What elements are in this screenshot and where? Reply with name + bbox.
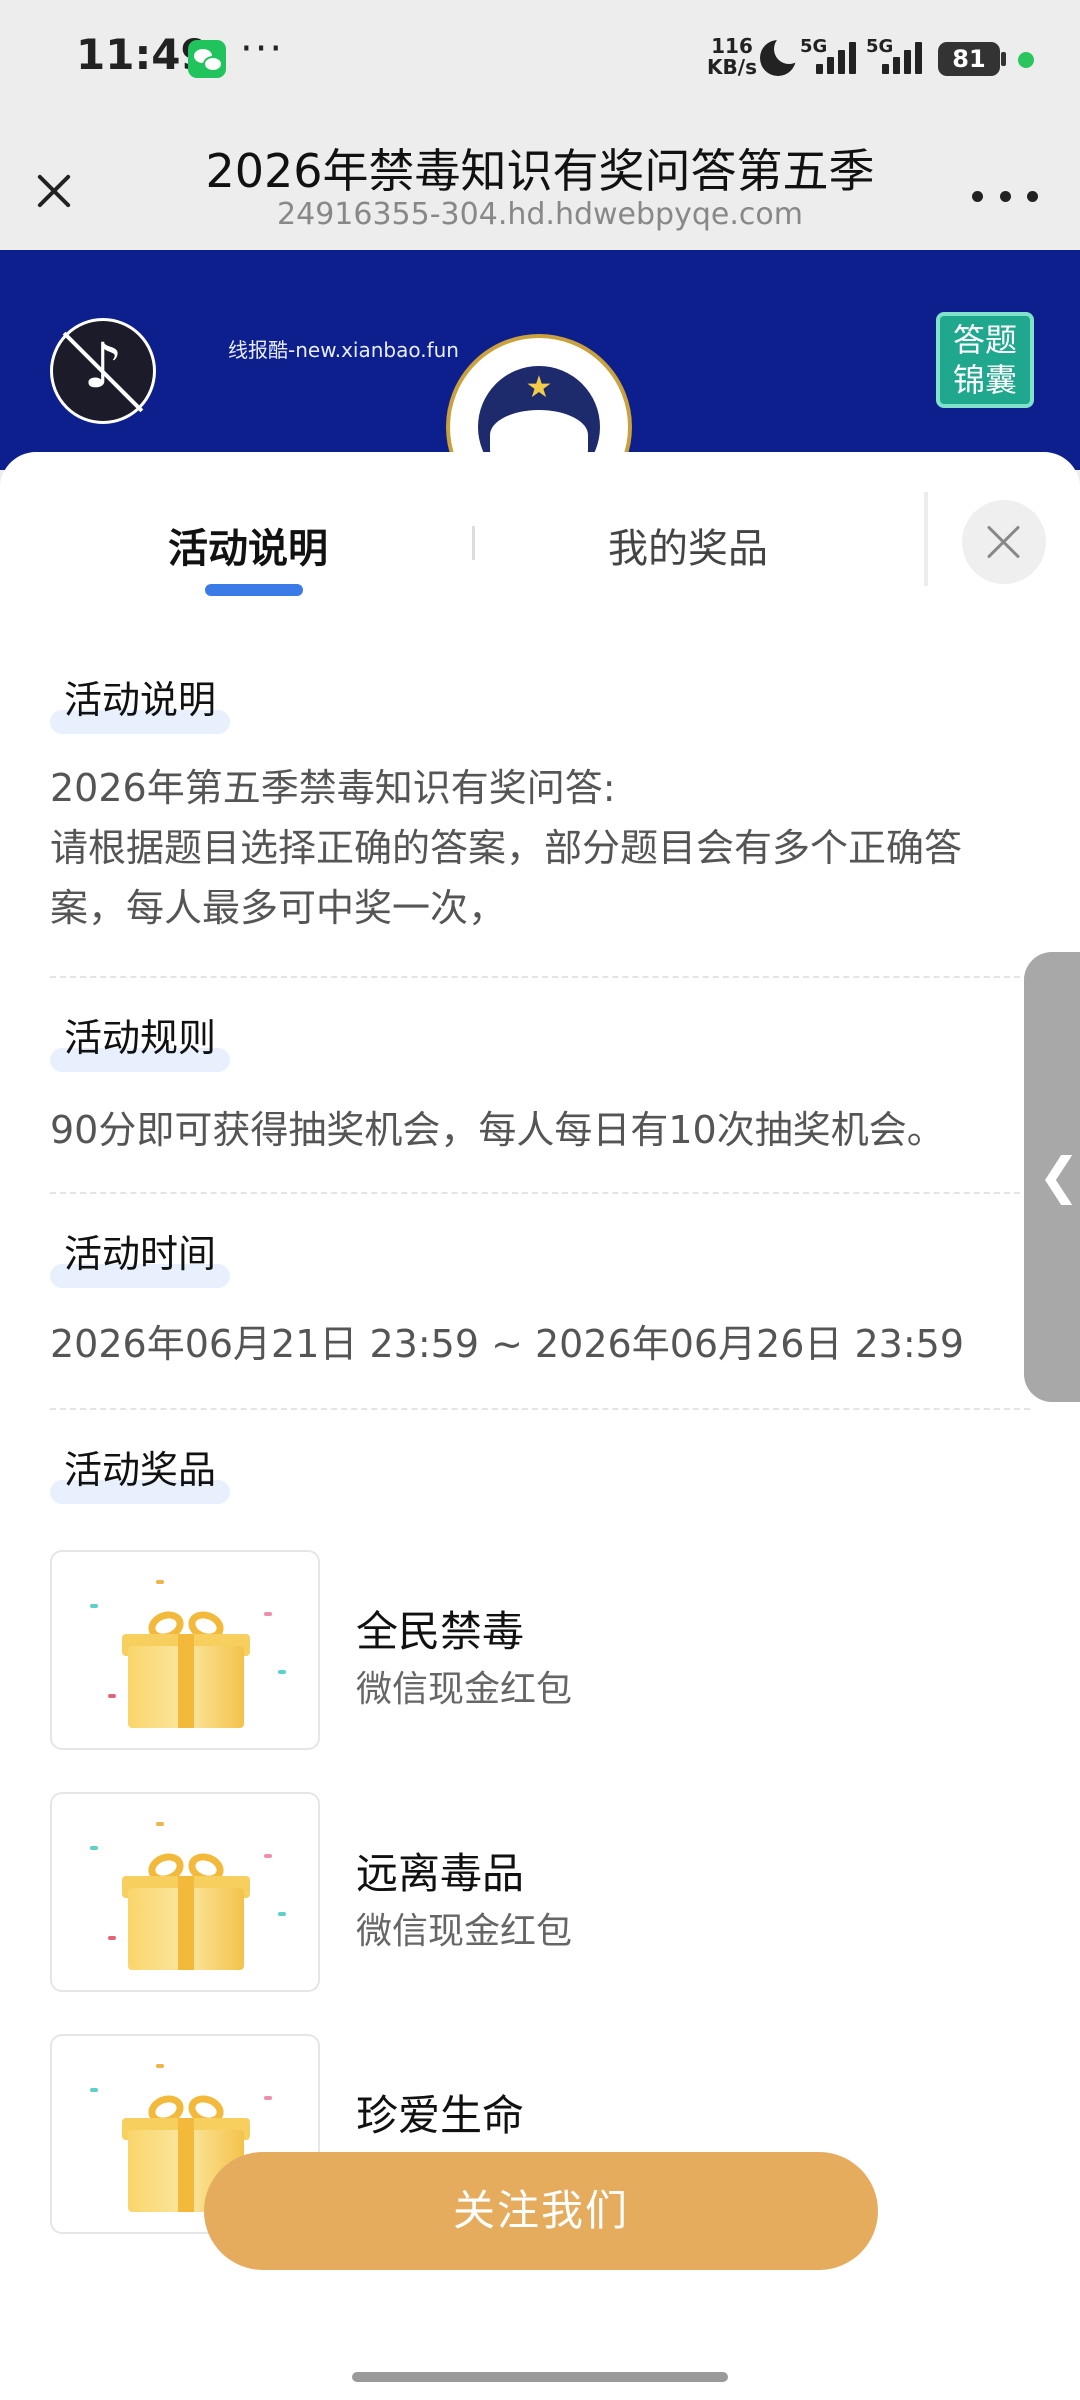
prize-desc: 微信现金红包 (356, 1911, 573, 1952)
prize-desc: 微信现金红包 (356, 1669, 573, 1710)
close-icon[interactable] (26, 163, 82, 219)
title-bar: 2026年禁毒知识有奖问答第五季 24916355-304.hd.hdwebpy… (0, 115, 1080, 250)
prize-name: 珍爱生命 (356, 2091, 525, 2140)
tab-activity-description[interactable]: 活动说明 (168, 516, 328, 574)
time-text: 2026年06月21日 23:59 ~ 2026年06月26日 23:59 (50, 1322, 965, 1366)
section-heading: 活动时间 (50, 1224, 231, 1288)
rules-text: 90分即可获得抽奖机会，每人每日有10次抽奖机会。 (50, 1108, 945, 1152)
description-line: 2026年第五季禁毒知识有奖问答: (50, 766, 616, 810)
description-heading: 活动说明 (64, 678, 217, 722)
music-toggle-icon[interactable]: ♪ (50, 318, 156, 424)
battery-tip (1001, 52, 1006, 66)
signal-label: 5G (866, 36, 894, 57)
network-speed-unit: KB/s (707, 55, 757, 79)
prize-image (50, 1550, 320, 1750)
prize-name: 远离毒品 (356, 1849, 525, 1898)
prize-item: 全民禁毒 微信现金红包 (50, 1550, 1030, 1750)
network-speed-value: 116 (711, 34, 753, 58)
signal-label: 5G (800, 36, 828, 57)
moon-icon (760, 34, 804, 76)
description-line: 案，每人最多可中奖一次， (50, 886, 507, 930)
page-url: 24916355-304.hd.hdwebpyqe.com (277, 197, 803, 232)
follow-us-button[interactable]: 关注我们 (204, 2152, 878, 2270)
privacy-dot-icon (1018, 52, 1034, 68)
answer-tips-button[interactable]: 答题 锦囊 (936, 312, 1034, 408)
banner: ♪ 线报酷-new.xianbao.fun ★ 答题 锦囊 (0, 250, 1080, 470)
section-heading: 活动说明 (50, 670, 231, 734)
screen: 11:49 ··· 116 KB/s 5G 5G 81 2026年禁毒知识有奖问… (0, 0, 1080, 2400)
gift-icon (122, 1606, 250, 1728)
prize-name: 全民禁毒 (356, 1607, 525, 1656)
divider (50, 1192, 1030, 1194)
rules-heading: 活动规则 (64, 1016, 217, 1060)
emblem-logo: ★ (446, 334, 632, 470)
watermark-text: 线报酷-new.xianbao.fun (228, 338, 459, 362)
more-dots-icon: ··· (240, 26, 285, 72)
tab-bar: 活动说明 我的奖品 (0, 452, 1080, 602)
side-drawer-handle[interactable]: ❮ (1024, 952, 1080, 1402)
home-indicator[interactable] (352, 2372, 728, 2382)
tab-divider (924, 492, 928, 586)
more-menu-icon[interactable] (972, 183, 1038, 209)
prize-image (50, 1792, 320, 1992)
signal-icon: 5G (800, 36, 862, 76)
wechat-icon (188, 40, 226, 78)
gift-icon (122, 1848, 250, 1970)
battery-icon: 81 (938, 42, 1000, 76)
divider (50, 976, 1030, 978)
section-heading: 活动规则 (50, 1008, 231, 1072)
active-tab-indicator (205, 584, 303, 596)
description-line: 请根据题目选择正确的答案，部分题目会有多个正确答 (50, 826, 963, 870)
chevron-left-icon: ❮ (1038, 1147, 1080, 1205)
answer-tips-line1: 答题 (952, 321, 1017, 359)
tab-my-prizes[interactable]: 我的奖品 (608, 516, 768, 574)
answer-tips-line2: 锦囊 (952, 361, 1017, 399)
signal-icon: 5G (866, 36, 928, 76)
activity-sheet: 活动说明 我的奖品 活动说明 2026年第五季禁毒知识有奖问答: 请根据题目选择… (0, 452, 1080, 2400)
status-bar: 11:49 ··· 116 KB/s 5G 5G 81 (0, 0, 1080, 115)
network-speed: 116 KB/s (704, 36, 760, 78)
section-heading: 活动奖品 (50, 1440, 231, 1504)
close-icon[interactable] (962, 500, 1046, 584)
divider (50, 1408, 1030, 1410)
time-heading: 活动时间 (64, 1232, 217, 1276)
page-title: 2026年禁毒知识有奖问答第五季 (205, 144, 875, 198)
prizes-heading: 活动奖品 (64, 1448, 217, 1492)
battery-level: 81 (952, 45, 986, 73)
prize-item: 远离毒品 微信现金红包 (50, 1792, 1030, 1992)
tab-divider (472, 526, 475, 560)
description-text: 2026年第五季禁毒知识有奖问答: 请根据题目选择正确的答案，部分题目会有多个正… (50, 758, 1040, 938)
